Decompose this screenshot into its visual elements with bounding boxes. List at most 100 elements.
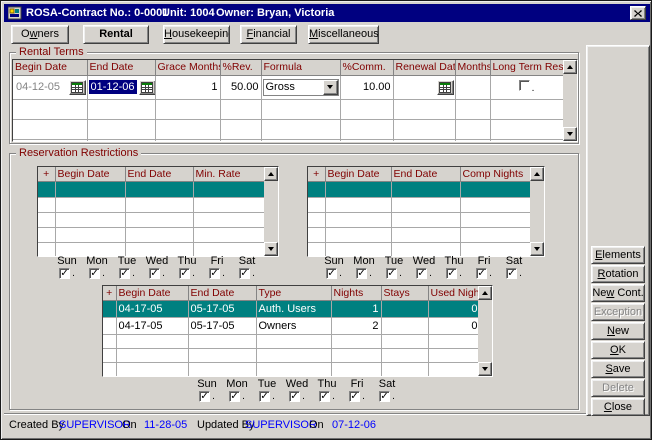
rental-terms-label: Rental Terms xyxy=(16,46,87,58)
day-checkbox-tue[interactable]: ✓ xyxy=(119,268,130,279)
tab-financial[interactable]: Financial xyxy=(240,25,297,44)
comm-pct-cell[interactable]: 10.00 xyxy=(340,75,393,99)
scroll-down-button[interactable] xyxy=(478,362,492,376)
renewal-date-cell[interactable] xyxy=(393,75,455,99)
scroll-down-button[interactable] xyxy=(563,127,577,141)
empty-row xyxy=(308,227,532,242)
new-cont-button[interactable]: New Cont. xyxy=(591,284,645,302)
calendar-icon xyxy=(439,82,451,93)
end-date-cell[interactable]: 01-12-06 xyxy=(87,75,155,99)
rental-terms-header-row: Begin Date End Date Grace Months %Rev. F… xyxy=(13,60,563,75)
min-rate-table: + Begin Date End Date Min. Rate xyxy=(37,166,279,257)
day-checkbox-wed[interactable]: ✓ xyxy=(149,268,160,279)
rental-terms-scrollbar[interactable] xyxy=(563,60,577,141)
save-button[interactable]: Save xyxy=(591,360,645,378)
rotation-button[interactable]: Rotation xyxy=(591,265,645,283)
rental-terms-group: Rental Terms Begin Date End Date Grace M… xyxy=(9,52,579,144)
day-checkbox-wed[interactable]: ✓ xyxy=(289,391,300,402)
window-title: ROSA-Contract No.: 0-0001 xyxy=(26,7,168,19)
usage-scrollbar[interactable] xyxy=(478,286,492,376)
empty-row xyxy=(308,197,532,212)
window-title-owner: Owner: Bryan, Victoria xyxy=(216,7,334,19)
scroll-up-button[interactable] xyxy=(530,167,544,181)
empty-row xyxy=(103,334,480,348)
day-checkbox-tue[interactable]: ✓ xyxy=(259,391,270,402)
selected-row[interactable] xyxy=(38,181,266,197)
day-checkbox-mon[interactable]: ✓ xyxy=(89,268,100,279)
comp-nights-scrollbar[interactable] xyxy=(530,167,544,256)
tab-miscellaneous[interactable]: Miscellaneous xyxy=(308,25,379,44)
scroll-down-button[interactable] xyxy=(264,242,278,256)
tab-housekeeping[interactable]: Housekeeping xyxy=(163,25,230,44)
scroll-up-button[interactable] xyxy=(264,167,278,181)
day-checkbox-fri[interactable]: ✓ xyxy=(209,268,220,279)
status-divider xyxy=(4,413,586,415)
usage-day-row: Sun✓. Mon✓. Tue✓. Wed✓. Thu✓. Fri✓. Sat✓… xyxy=(192,378,402,402)
day-checkbox-tue[interactable]: ✓ xyxy=(386,268,397,279)
formula-dropdown-button[interactable] xyxy=(323,80,338,95)
day-checkbox-thu[interactable]: ✓ xyxy=(319,391,330,402)
day-checkbox-sat[interactable]: ✓ xyxy=(379,391,390,402)
rental-terms-data-row[interactable]: 04-12-05 01-12-06 xyxy=(13,75,563,99)
day-checkbox-thu[interactable]: ✓ xyxy=(179,268,190,279)
usage-row-auth-users[interactable]: 04-17-05 05-17-05 Auth. Users 1 0 xyxy=(103,300,480,317)
day-checkbox-sat[interactable]: ✓ xyxy=(506,268,517,279)
day-checkbox-wed[interactable]: ✓ xyxy=(416,268,427,279)
begin-date-calendar-button[interactable] xyxy=(69,80,86,95)
tab-owners[interactable]: Owners xyxy=(11,25,69,44)
updated-on-value: 07-12-06 xyxy=(332,419,376,431)
exception-button: Exception xyxy=(591,303,645,321)
empty-row xyxy=(103,348,480,362)
new-button[interactable]: New xyxy=(591,322,645,340)
min-rate-scrollbar[interactable] xyxy=(264,167,278,256)
elements-button[interactable]: Elements xyxy=(591,246,645,264)
end-date-value-selected[interactable]: 01-12-06 xyxy=(89,80,137,94)
grace-months-cell[interactable]: 1 xyxy=(155,75,220,99)
scroll-up-button[interactable] xyxy=(478,286,492,300)
updated-by-value: SUPERVISOR xyxy=(245,419,317,431)
rev-pct-cell[interactable]: 50.00 xyxy=(220,75,261,99)
selected-row[interactable] xyxy=(308,181,532,197)
usage-table: + Begin Date End Date Type Nights Stays … xyxy=(102,285,493,377)
formula-cell[interactable]: Gross xyxy=(261,75,340,99)
close-button-panel[interactable]: Close xyxy=(591,398,645,416)
reservation-restrictions-label: Reservation Restrictions xyxy=(16,147,141,159)
formula-combo[interactable]: Gross xyxy=(263,79,339,96)
calendar-icon xyxy=(71,82,83,93)
ok-button[interactable]: OK xyxy=(591,341,645,359)
renewal-date-calendar-button[interactable] xyxy=(437,80,454,95)
empty-row xyxy=(13,139,563,142)
min-rate-day-row: Sun✓. Mon✓. Tue✓. Wed✓. Thu✓. Fri✓. Sat✓… xyxy=(52,255,262,279)
long-term-res-cell[interactable]: . xyxy=(490,75,563,99)
months-cell[interactable] xyxy=(455,75,490,99)
long-term-res-checkbox[interactable] xyxy=(519,80,530,91)
day-checkbox-fri[interactable]: ✓ xyxy=(476,268,487,279)
triangle-up-icon xyxy=(567,65,573,69)
tab-rental[interactable]: Rental xyxy=(83,25,149,44)
comp-nights-table: + Begin Date End Date Comp Nights xyxy=(307,166,545,257)
empty-row xyxy=(103,362,480,376)
empty-row xyxy=(13,119,563,139)
day-checkbox-sat[interactable]: ✓ xyxy=(239,268,250,279)
triangle-up-icon xyxy=(268,172,274,176)
window-title-unit: Unit: 1004 xyxy=(162,7,215,19)
scroll-up-button[interactable] xyxy=(563,60,577,74)
close-button[interactable] xyxy=(630,6,646,20)
day-checkbox-sun[interactable]: ✓ xyxy=(199,391,210,402)
day-checkbox-fri[interactable]: ✓ xyxy=(349,391,360,402)
day-checkbox-mon[interactable]: ✓ xyxy=(356,268,367,279)
created-by-label: Created By xyxy=(9,419,64,431)
day-checkbox-sun[interactable]: ✓ xyxy=(326,268,337,279)
chevron-down-icon xyxy=(327,85,333,89)
title-bar: ROSA-Contract No.: 0-0001 Unit: 1004 Own… xyxy=(4,4,650,22)
day-checkbox-mon[interactable]: ✓ xyxy=(229,391,240,402)
begin-date-cell[interactable]: 04-12-05 xyxy=(13,75,87,99)
usage-row-owners[interactable]: 04-17-05 05-17-05 Owners 2 0 xyxy=(103,317,480,334)
empty-row xyxy=(38,227,266,242)
triangle-down-icon xyxy=(567,132,573,136)
scroll-down-button[interactable] xyxy=(530,242,544,256)
side-button-panel: Elements Rotation New Cont. Exception Ne… xyxy=(586,45,650,416)
end-date-calendar-button[interactable] xyxy=(139,80,155,95)
day-checkbox-thu[interactable]: ✓ xyxy=(446,268,457,279)
day-checkbox-sun[interactable]: ✓ xyxy=(59,268,70,279)
